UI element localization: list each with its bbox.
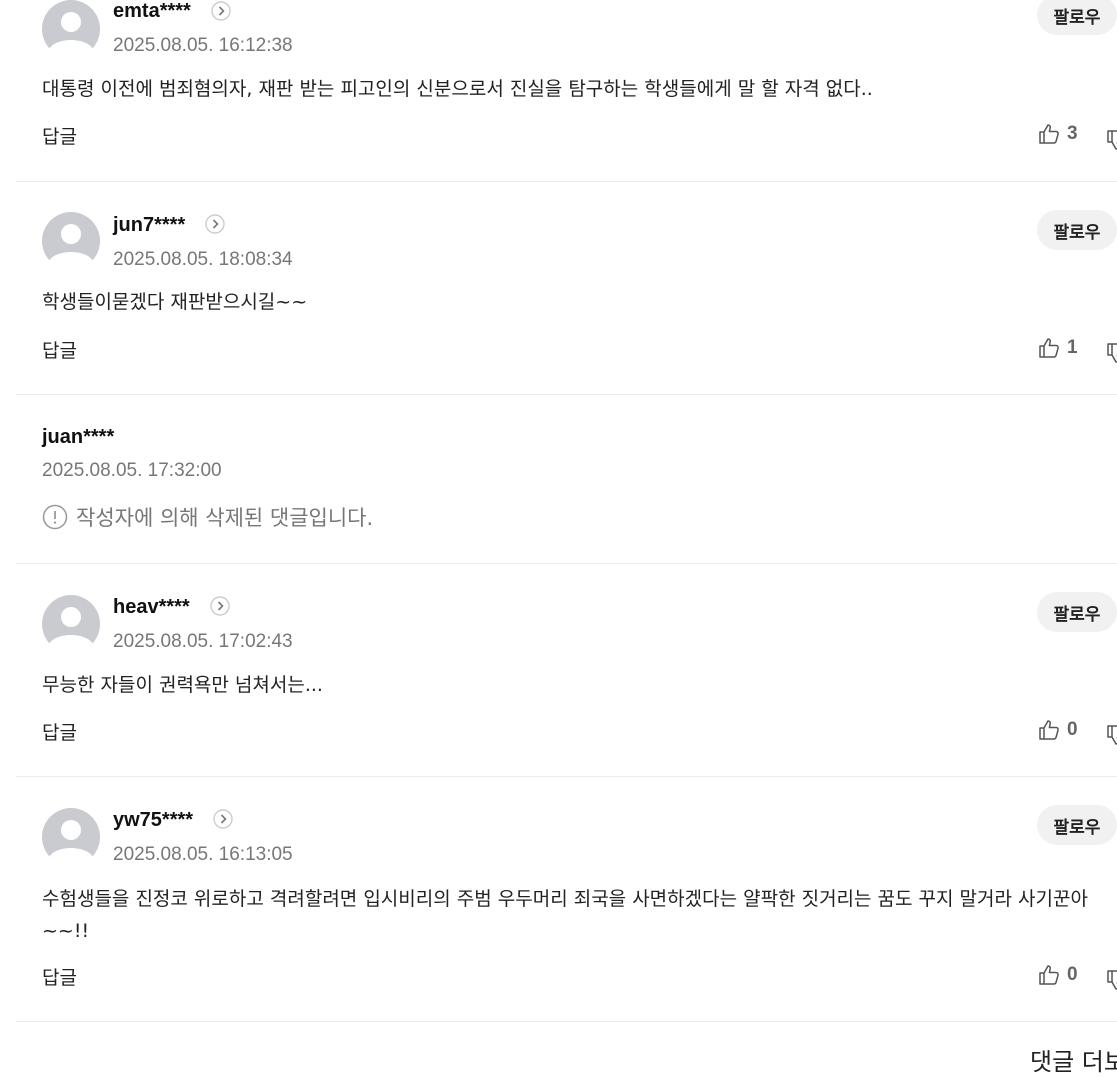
comment-date: 2025.08.05. 18:08:34 [113,249,293,270]
thumbs-up-icon [1039,720,1059,740]
avatar[interactable] [42,212,100,270]
like-button[interactable]: 0 [1037,962,1078,988]
comment-text: 대통령 이전에 범죄혐의자, 재판 받는 피고인의 신분으로서 진실을 탐구하는… [42,78,873,100]
exclamation-circle-icon [42,504,68,530]
chevron-right-circle-icon[interactable] [210,596,230,616]
avatar[interactable] [42,0,100,58]
comment-date: 2025.08.05. 17:32:00 [42,460,222,481]
chevron-right-circle-icon[interactable] [211,1,231,21]
reply-button[interactable]: 답글 [42,336,77,363]
like-button[interactable]: 1 [1037,335,1078,361]
comment-item-deleted: juan**** 2025.08.05. 17:32:00 작성자에 의해 삭제… [16,394,1117,564]
follow-button[interactable]: 팔로우 [1037,592,1117,632]
comment-date: 2025.08.05. 16:13:05 [113,844,293,865]
follow-button[interactable]: 팔로우 [1037,210,1117,250]
username[interactable]: heav**** [113,596,190,619]
username[interactable]: emta**** [113,0,191,23]
deleted-notice: 작성자에 의해 삭제된 댓글입니다. [42,502,373,532]
avatar[interactable] [42,595,100,653]
like-count: 0 [1067,964,1078,985]
comment-item: emta**** 2025.08.05. 16:12:38 팔로우 대통령 이전… [16,0,1117,182]
reply-button[interactable]: 답글 [42,122,77,149]
like-count: 1 [1067,337,1078,358]
more-comments-button[interactable]: 댓글 더보기 [1030,1042,1117,1077]
reply-button[interactable]: 답글 [42,718,77,745]
comment-text: 학생들이묻겠다 재판받으시길~~ [42,291,308,313]
thumbs-down-icon[interactable] [1105,128,1117,152]
username[interactable]: jun7**** [113,214,185,237]
like-button[interactable]: 0 [1037,717,1078,743]
thumbs-down-icon[interactable] [1105,341,1117,365]
like-count: 3 [1067,123,1078,144]
comment-item: heav**** 2025.08.05. 17:02:43 팔로우 무능한 자들… [16,563,1117,777]
avatar[interactable] [42,808,100,866]
reply-button[interactable]: 답글 [42,963,77,990]
thumbs-up-icon [1039,338,1059,358]
like-button[interactable]: 3 [1037,121,1078,147]
comment-item: yw75**** 2025.08.05. 16:13:05 팔로우 수험생들을 … [16,776,1117,1022]
like-count: 0 [1067,719,1078,740]
thumbs-up-icon [1039,965,1059,985]
follow-button[interactable]: 팔로우 [1037,0,1117,35]
username[interactable]: yw75**** [113,809,193,832]
thumbs-up-icon [1039,124,1059,144]
comment-item: jun7**** 2025.08.05. 18:08:34 팔로우 학생들이묻겠… [16,181,1117,395]
comment-date: 2025.08.05. 16:12:38 [113,35,293,56]
thumbs-down-icon[interactable] [1105,723,1117,747]
follow-button[interactable]: 팔로우 [1037,805,1117,845]
chevron-right-circle-icon[interactable] [205,214,225,234]
deleted-text: 작성자에 의해 삭제된 댓글입니다. [76,506,374,530]
thumbs-down-icon[interactable] [1105,968,1117,992]
comment-date: 2025.08.05. 17:02:43 [113,631,293,652]
comment-text: 무능한 자들이 권력욕만 넘쳐서는... [42,674,323,696]
chevron-right-circle-icon[interactable] [213,809,233,829]
comment-text: 수험생들을 진정코 위로하고 격려할려면 입시비리의 주범 우두머리 죄국을 사… [42,888,1088,942]
username: juan**** [42,426,115,448]
